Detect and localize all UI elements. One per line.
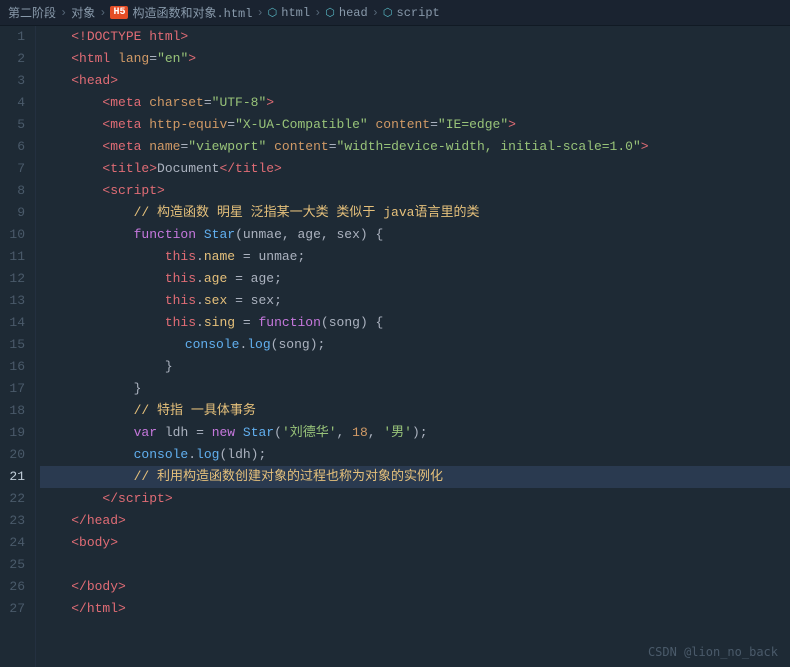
line-num-8: 8 [6,180,25,202]
line-num-4: 4 [6,92,25,114]
code-line-21: // 利用构造函数创建对象的过程也称为对象的实例化 [40,466,790,488]
code-line-7: <title>Document</title> [40,158,790,180]
code-line-25 [40,554,790,576]
line-num-11: 11 [6,246,25,268]
line-num-18: 18 [6,400,25,422]
code-line-2: <html lang="en"> [40,48,790,70]
line-num-5: 5 [6,114,25,136]
footer-attribution: CSDN @lion_no_back [648,645,778,659]
breadcrumb: 第二阶段 › 对象 › H5 构造函数和对象.html › ⬡ html › ⬡… [0,0,790,26]
sep-5: › [372,6,379,20]
breadcrumb-item-5[interactable]: head [339,6,368,20]
code-line-18: // 特指 一具体事务 [40,400,790,422]
line-num-3: 3 [6,70,25,92]
line-num-25: 25 [6,554,25,576]
code-line-11: this.name = unmae; [40,246,790,268]
code-area: 1 2 3 4 5 6 7 8 9 10 11 12 13 14 15 16 1… [0,26,790,667]
breadcrumb-item-1[interactable]: 第二阶段 [8,4,56,21]
sep-2: › [99,6,106,20]
code-line-3: <head> [40,70,790,92]
code-line-14: this.sing = function(song) { [40,312,790,334]
code-line-8: <script> [40,180,790,202]
code-line-26: </body> [40,576,790,598]
line-num-19: 19 [6,422,25,444]
breadcrumb-item-6[interactable]: script [397,6,440,20]
line-num-17: 17 [6,378,25,400]
code-line-10: function Star(unmae, age, sex) { [40,224,790,246]
line-num-2: 2 [6,48,25,70]
line-num-9: 9 [6,202,25,224]
line-num-13: 13 [6,290,25,312]
code-line-20: console.log(ldh); [40,444,790,466]
line-num-27: 27 [6,598,25,620]
sep-1: › [60,6,67,20]
breadcrumb-item-4[interactable]: html [281,6,310,20]
code-line-9: // 构造函数 明星 泛指某一大类 类似于 java语言里的类 [40,202,790,224]
code-line-13: this.sex = sex; [40,290,790,312]
breadcrumb-item-3[interactable]: 构造函数和对象.html [132,4,252,21]
line-num-26: 26 [6,576,25,598]
line-num-21: 21 [6,466,25,488]
line-num-14: 14 [6,312,25,334]
code-line-23: </head> [40,510,790,532]
sep-4: › [314,6,321,20]
line-num-12: 12 [6,268,25,290]
code-line-17: } [40,378,790,400]
sep-3: › [256,6,263,20]
line-num-6: 6 [6,136,25,158]
line-num-22: 22 [6,488,25,510]
code-line-4: <meta charset="UTF-8"> [40,92,790,114]
code-line-27: </html> [40,598,790,620]
line-num-1: 1 [6,26,25,48]
code-line-22: </script> [40,488,790,510]
code-line-1: <!DOCTYPE html> [40,26,790,48]
code-line-12: this.age = age; [40,268,790,290]
html5-icon: H5 [110,6,128,19]
code-line-16: } [40,356,790,378]
code-content[interactable]: <!DOCTYPE html> <html lang="en"> <head> … [36,26,790,667]
script-tag-icon: ⬡ [383,6,393,20]
line-numbers: 1 2 3 4 5 6 7 8 9 10 11 12 13 14 15 16 1… [0,26,36,667]
head-tag-icon: ⬡ [325,6,335,20]
line-num-24: 24 [6,532,25,554]
code-line-5: <meta http-equiv="X-UA-Compatible" conte… [40,114,790,136]
line-num-20: 20 [6,444,25,466]
breadcrumb-item-2[interactable]: 对象 [71,4,95,21]
line-num-7: 7 [6,158,25,180]
line-num-10: 10 [6,224,25,246]
code-line-6: <meta name="viewport" content="width=dev… [40,136,790,158]
code-line-24: <body> [40,532,790,554]
html-tag-icon: ⬡ [268,6,278,20]
line-num-16: 16 [6,356,25,378]
code-line-15: console.log(song); [40,334,790,356]
line-num-23: 23 [6,510,25,532]
line-num-15: 15 [6,334,25,356]
code-line-19: var ldh = new Star('刘德华', 18, '男'); [40,422,790,444]
